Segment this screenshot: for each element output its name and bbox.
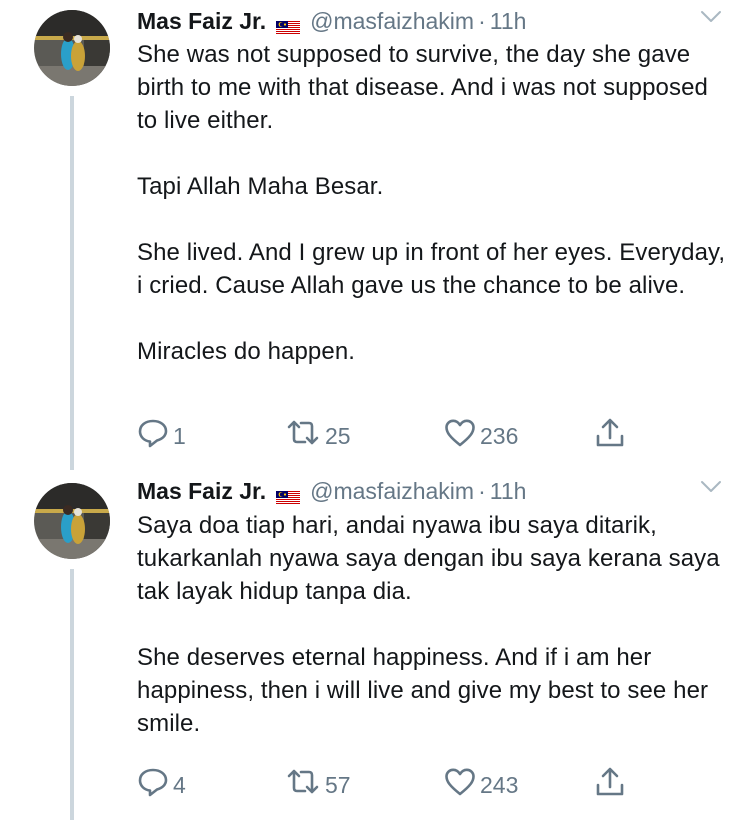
chevron-down-icon[interactable] — [700, 10, 722, 24]
tweet-paragraph: She deserves eternal happiness. And if i… — [137, 644, 709, 737]
tweet-paragraph: Tapi Allah Maha Besar. — [137, 173, 384, 200]
handle[interactable]: @masfaizhakim — [310, 8, 474, 35]
separator-dot: · — [478, 477, 486, 504]
tweet-paragraph: Saya doa tiap hari, andai nyawa ibu saya… — [137, 512, 720, 605]
share-icon — [594, 766, 626, 804]
reply-count: 4 — [173, 771, 186, 798]
handle[interactable]: @masfaizhakim — [310, 478, 474, 505]
share-icon — [594, 417, 626, 455]
retweet-icon — [285, 418, 321, 454]
reply-button[interactable]: 1 — [137, 418, 186, 454]
chevron-down-icon[interactable] — [700, 480, 722, 494]
display-name[interactable]: Mas Faiz Jr. — [137, 478, 266, 505]
like-button[interactable]: 243 — [444, 767, 518, 803]
malaysia-flag-icon — [276, 14, 301, 35]
tweet-paragraph: She was not supposed to survive, the day… — [137, 41, 708, 134]
heart-icon — [444, 418, 476, 454]
tweet-text: She was not supposed to survive, the day… — [137, 38, 727, 368]
thread-line — [70, 569, 74, 820]
retweet-button[interactable]: 25 — [285, 418, 351, 454]
like-count: 243 — [480, 771, 519, 798]
reply-count: 1 — [173, 422, 186, 449]
heart-icon — [444, 767, 476, 803]
share-button[interactable] — [594, 767, 626, 803]
malaysia-flag-icon — [276, 484, 301, 505]
reply-button[interactable]: 4 — [137, 767, 186, 803]
retweet-button[interactable]: 57 — [285, 767, 351, 803]
tweet-text: Saya doa tiap hari, andai nyawa ibu saya… — [137, 509, 727, 740]
retweet-count: 57 — [325, 771, 351, 798]
share-button[interactable] — [594, 418, 626, 454]
avatar[interactable] — [34, 10, 110, 86]
like-count: 236 — [480, 422, 519, 449]
retweet-icon — [285, 767, 321, 803]
display-name[interactable]: Mas Faiz Jr. — [137, 8, 266, 35]
tweet-paragraph: Miracles do happen. — [137, 338, 356, 365]
tweet-header: Mas Faiz Jr. @masfaizhakim · 11h — [137, 476, 720, 506]
thread-line — [70, 96, 74, 470]
tweet[interactable]: Mas Faiz Jr. @masfaizhakim · 11h — [0, 0, 750, 470]
avatar[interactable] — [34, 483, 110, 559]
timestamp[interactable]: 11h — [490, 8, 527, 35]
tweet-paragraph: She lived. And I grew up in front of her… — [137, 239, 726, 299]
tweet[interactable]: Mas Faiz Jr. @masfaizhakim · 11h — [0, 470, 750, 820]
reply-icon — [137, 767, 169, 803]
tweet-actions: 4 57 243 — [137, 767, 657, 803]
tweet-header: Mas Faiz Jr. @masfaizhakim · 11h — [137, 6, 720, 36]
tweet-actions: 1 25 236 — [137, 418, 657, 454]
like-button[interactable]: 236 — [444, 418, 518, 454]
timestamp[interactable]: 11h — [490, 478, 527, 505]
retweet-count: 25 — [325, 422, 351, 449]
separator-dot: · — [478, 7, 486, 34]
reply-icon — [137, 418, 169, 454]
